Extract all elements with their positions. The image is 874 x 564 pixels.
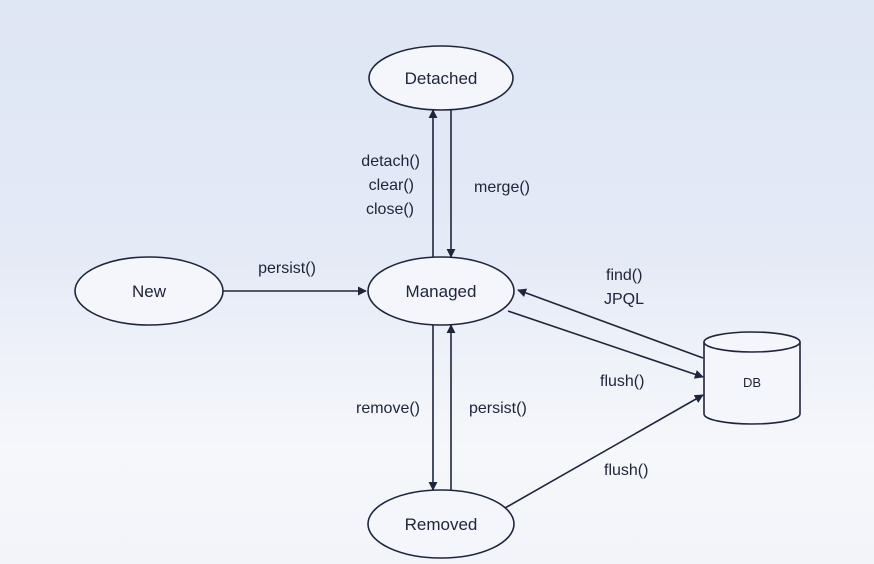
node-new: New (74, 256, 224, 326)
label-removed-to-db: flush() (604, 462, 648, 479)
node-detached-label: Detached (405, 69, 478, 88)
label-new-to-managed: persist() (258, 260, 316, 277)
node-removed-label: Removed (405, 515, 478, 534)
label-managed-to-db: flush() (600, 373, 644, 390)
node-db-label: DB (743, 375, 761, 390)
node-new-label: New (132, 282, 167, 301)
label-managed-to-removed: remove() (356, 400, 420, 417)
edge-managed-to-db (507, 310, 704, 379)
label-detached-to-managed: merge() (474, 179, 530, 196)
node-managed-label: Managed (406, 282, 477, 301)
label-db-to-managed-2: JPQL (604, 291, 644, 308)
label-managed-to-detached-1: detach() (361, 153, 420, 170)
node-managed: Managed (367, 256, 515, 326)
edge-removed-to-db (504, 394, 704, 509)
label-db-to-managed-1: find() (606, 267, 642, 284)
db-cylinder-top (703, 331, 801, 353)
label-managed-to-detached-2: clear() (369, 177, 414, 194)
node-db: DB (703, 331, 801, 425)
node-removed: Removed (367, 489, 515, 559)
label-removed-to-managed: persist() (469, 400, 527, 417)
entity-lifecycle-diagram: Detached New Managed Removed DB persist(… (74, 45, 801, 559)
node-detached: Detached (368, 45, 514, 111)
label-managed-to-detached-3: close() (366, 201, 414, 218)
